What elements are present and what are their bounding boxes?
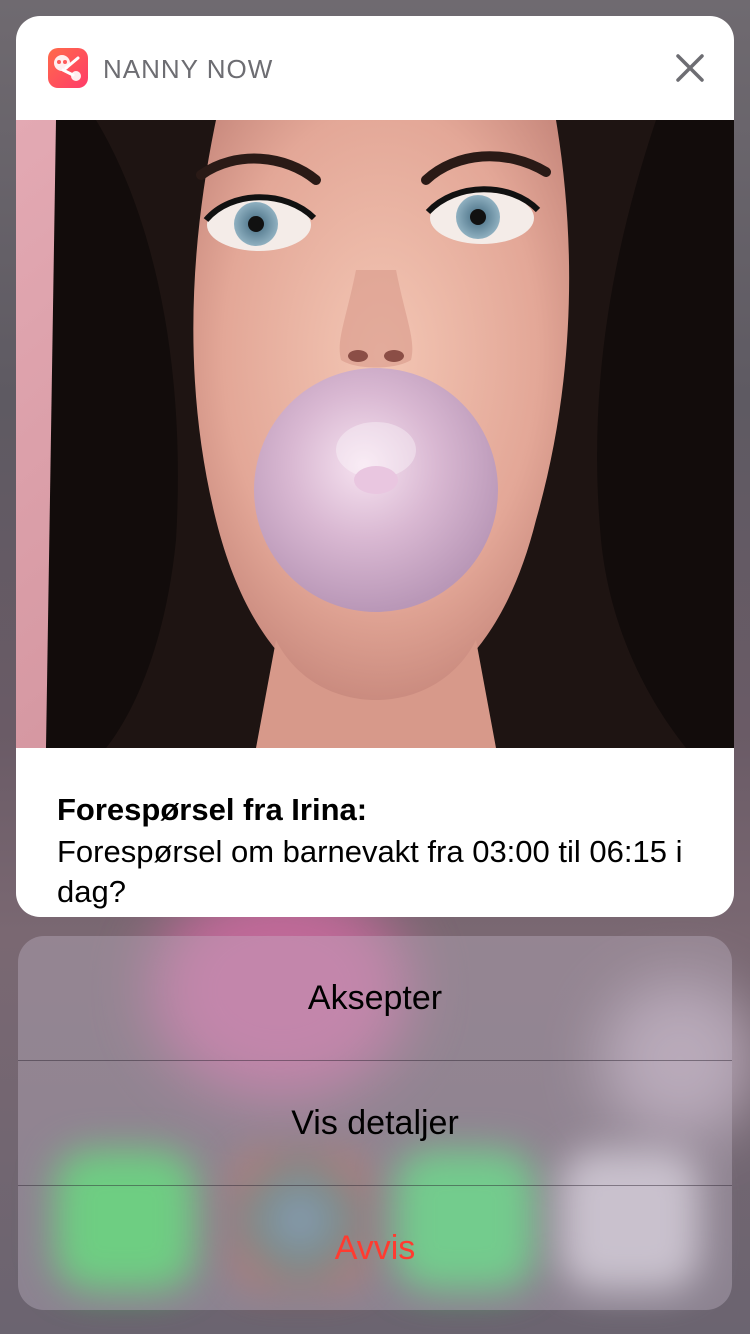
decline-button[interactable]: Avvis [18,1185,732,1310]
notification-message: Forespørsel om barnevakt fra 03:00 til 0… [57,834,683,909]
notification-card[interactable]: NANNY NOW Forespørsel fra Irina: Forespø… [16,16,734,917]
notification-header: NANNY NOW [16,16,734,120]
notification-body: Forespørsel fra Irina: Forespørsel om ba… [16,748,734,917]
accept-button[interactable]: Aksepter [18,936,732,1060]
action-sheet: Aksepter Vis detaljer Avvis [18,936,732,1310]
nanny-now-app-icon [48,48,88,88]
profile-photo [16,120,734,748]
close-icon[interactable] [668,46,712,90]
notification-title: Forespørsel fra Irina: [57,792,368,827]
app-name: NANNY NOW [103,54,274,84]
view-details-button[interactable]: Vis detaljer [18,1060,732,1185]
